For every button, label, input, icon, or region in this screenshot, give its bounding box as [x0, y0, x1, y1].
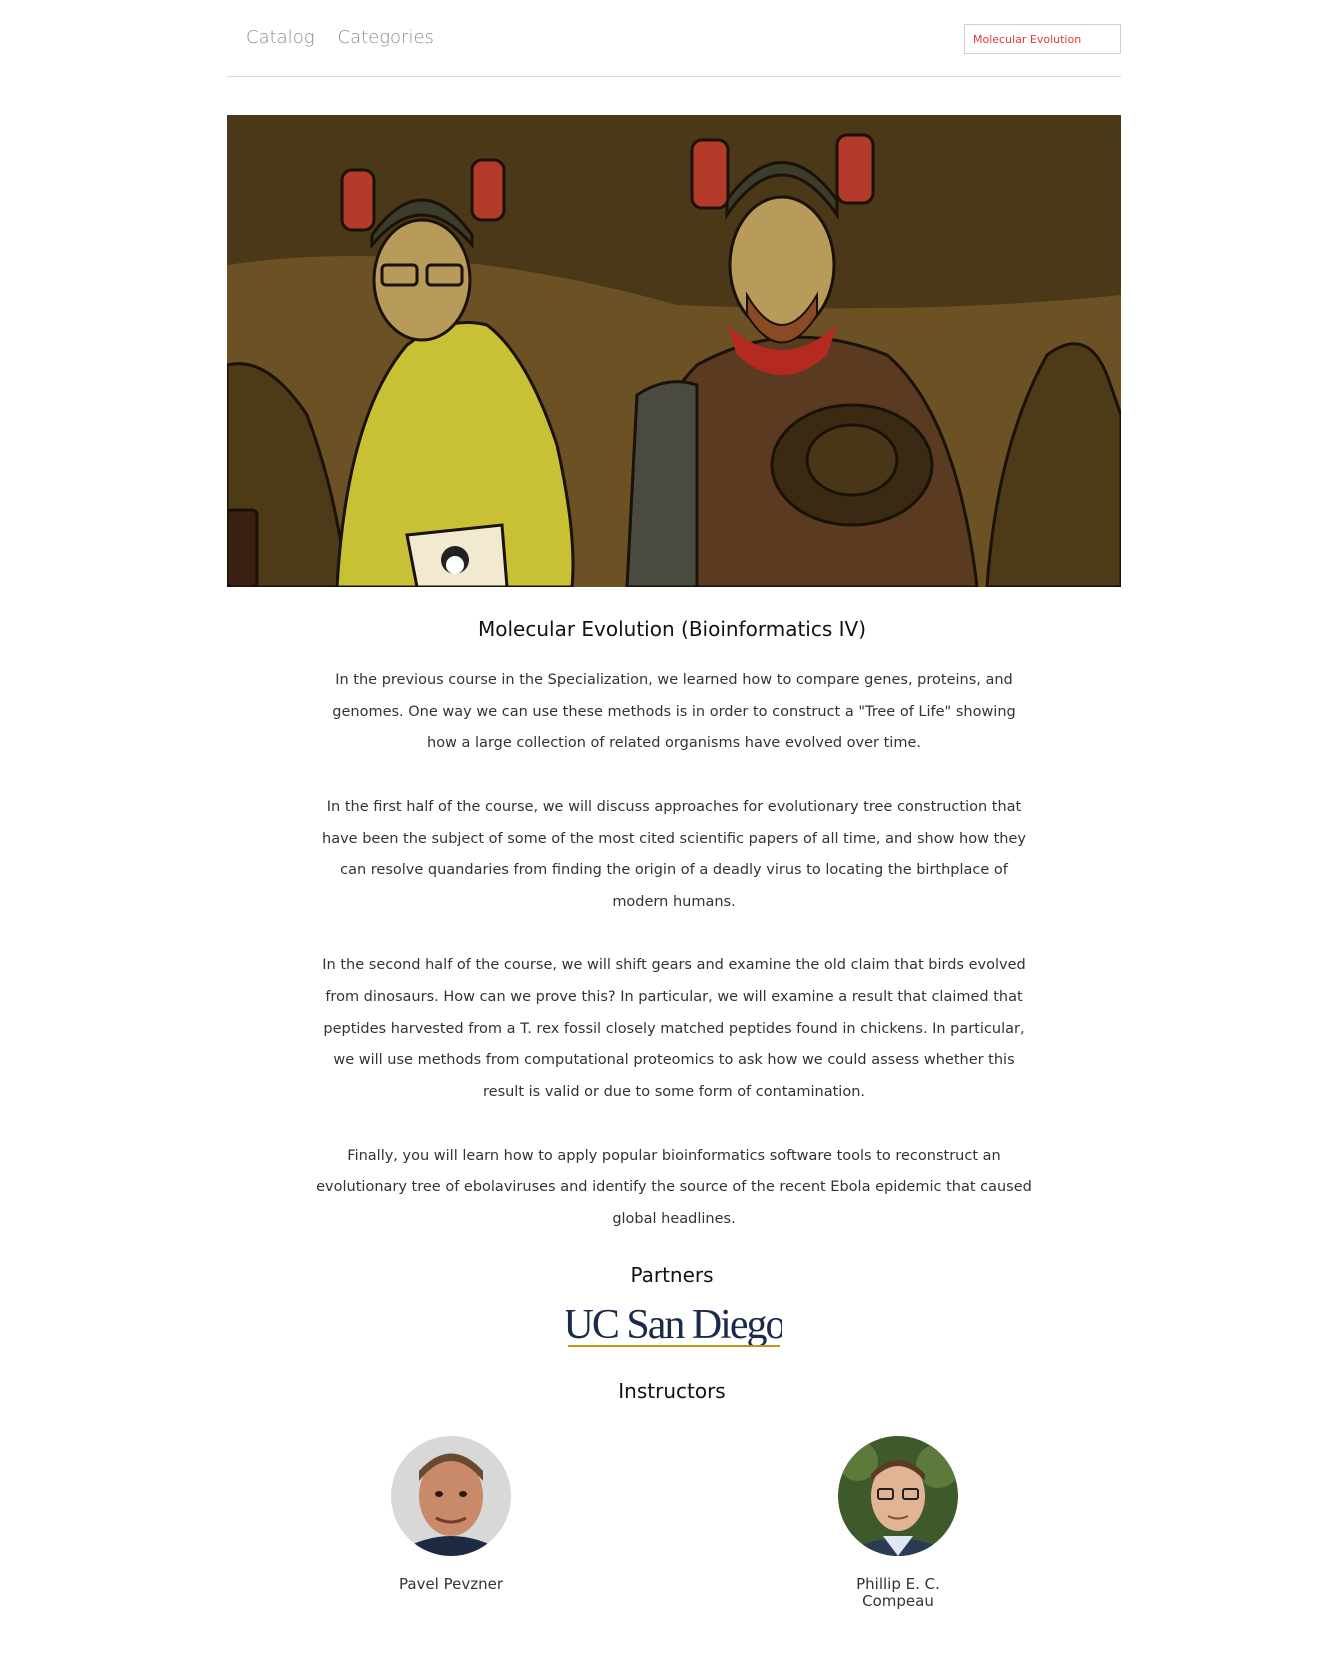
nav-catalog-link[interactable]: Catalog	[246, 27, 315, 48]
banner-illustration	[227, 115, 1121, 587]
instructor-card[interactable]: Phillip E. C. Compeau	[798, 1436, 998, 1610]
page: Catalog Categories Molecular Evolution M…	[0, 0, 1344, 1664]
instructor-avatar[interactable]	[391, 1436, 511, 1556]
description-paragraph: In the second half of the course, we wil…	[322, 957, 1026, 1101]
svg-text:UC San Diego: UC San Diego	[566, 1304, 782, 1348]
instructor-avatar[interactable]	[838, 1436, 958, 1556]
partners-heading: Partners	[630, 1263, 714, 1287]
nav-categories-link[interactable]: Categories	[338, 27, 434, 48]
instructor-name[interactable]: Phillip E. C. Compeau	[798, 1576, 998, 1610]
description-paragraph: In the previous course in the Specializa…	[332, 672, 1016, 752]
description-paragraph: Finally, you will learn how to apply pop…	[316, 1147, 1032, 1227]
instructor-card[interactable]: Pavel Pevzner	[351, 1436, 551, 1593]
course-description: In the previous course in the Specializa…	[316, 665, 1032, 1267]
course-banner-image	[227, 115, 1121, 587]
ucsd-logo[interactable]: UC San Diego	[564, 1302, 788, 1350]
description-paragraph: In the first half of the course, we will…	[322, 798, 1026, 910]
course-title: Molecular Evolution (Bioinformatics IV)	[477, 617, 867, 641]
search-input[interactable]	[964, 24, 1121, 54]
main-nav: Catalog Categories	[246, 27, 434, 48]
instructors-heading: Instructors	[618, 1379, 726, 1403]
instructor-name[interactable]: Pavel Pevzner	[351, 1576, 551, 1593]
top-navigation-bar: Catalog Categories	[227, 0, 1121, 77]
